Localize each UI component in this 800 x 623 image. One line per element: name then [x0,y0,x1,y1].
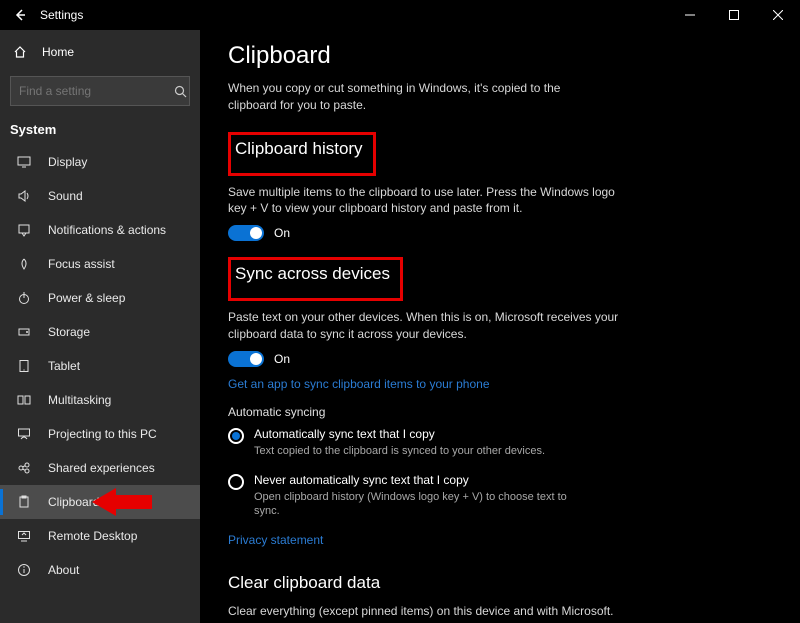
sidebar-item-notifications[interactable]: Notifications & actions [0,213,200,247]
sidebar-item-remote-desktop[interactable]: Remote Desktop [0,519,200,553]
sidebar-item-projecting[interactable]: Projecting to this PC [0,417,200,451]
maximize-button[interactable] [712,0,756,30]
sidebar-item-tablet[interactable]: Tablet [0,349,200,383]
sidebar-section-label: System [0,116,200,145]
sync-toggle-row: On [228,351,780,367]
sidebar-item-label: Storage [48,325,90,339]
sidebar-item-power-sleep[interactable]: Power & sleep [0,281,200,315]
sidebar-item-label: Display [48,155,87,169]
sync-desc: Paste text on your other devices. When t… [228,309,628,343]
clipboard-history-toggle-row: On [228,225,780,241]
sidebar-item-clipboard[interactable]: Clipboard [0,485,200,519]
sidebar-item-label: About [48,563,79,577]
sidebar-item-display[interactable]: Display [0,145,200,179]
radio-sublabel: Text copied to the clipboard is synced t… [254,444,545,459]
toggle-knob [250,227,262,239]
home-icon [10,45,30,59]
power-icon [14,291,34,305]
privacy-link[interactable]: Privacy statement [228,533,323,547]
sidebar: Home System Display Sound Notifications … [0,30,200,623]
radio-auto-sync[interactable]: Automatically sync text that I copy Text… [228,427,780,459]
sidebar-item-label: Projecting to this PC [48,427,157,441]
clipboard-history-toggle-label: On [274,226,290,240]
app-body: Home System Display Sound Notifications … [0,30,800,623]
page-title: Clipboard [228,42,780,70]
clipboard-history-toggle[interactable] [228,225,264,241]
radio-button[interactable] [228,474,244,490]
sidebar-item-label: Sound [48,189,83,203]
clipboard-icon [14,495,34,509]
sound-icon [14,189,34,203]
remote-desktop-icon [14,529,34,543]
app-title: Settings [40,8,83,22]
sync-app-link[interactable]: Get an app to sync clipboard items to yo… [228,377,490,391]
shared-experiences-icon [14,461,34,475]
sidebar-item-label: Shared experiences [48,461,155,475]
sidebar-item-storage[interactable]: Storage [0,315,200,349]
minimize-button[interactable] [668,0,712,30]
radio-button[interactable] [228,428,244,444]
sidebar-item-about[interactable]: About [0,553,200,587]
sidebar-item-label: Remote Desktop [48,529,137,543]
highlight-box: Sync across devices [228,257,403,301]
sidebar-item-label: Focus assist [48,257,115,271]
clear-desc: Clear everything (except pinned items) o… [228,603,628,620]
window-controls [668,0,800,30]
section-clear-data: Clear clipboard data [228,573,780,593]
sidebar-item-sound[interactable]: Sound [0,179,200,213]
sidebar-home-label: Home [42,45,74,59]
sync-toggle[interactable] [228,351,264,367]
content-pane: Clipboard When you copy or cut something… [200,30,800,623]
multitasking-icon [14,393,34,407]
notifications-icon [14,223,34,237]
section-sync-devices: Sync across devices [235,264,390,284]
sidebar-item-label: Multitasking [48,393,111,407]
titlebar: Settings [0,0,800,30]
sidebar-item-label: Notifications & actions [48,223,166,237]
sidebar-item-focus-assist[interactable]: Focus assist [0,247,200,281]
search-input-container[interactable] [10,76,190,106]
section-clipboard-history: Clipboard history [235,139,363,159]
sidebar-item-label: Tablet [48,359,80,373]
radio-label: Automatically sync text that I copy [254,427,545,441]
close-icon [773,10,783,20]
highlight-box: Clipboard history [228,132,376,176]
search-input[interactable] [19,84,174,98]
clipboard-history-desc: Save multiple items to the clipboard to … [228,184,628,218]
sidebar-item-multitasking[interactable]: Multitasking [0,383,200,417]
sidebar-home[interactable]: Home [0,36,200,68]
auto-sync-heading: Automatic syncing [228,405,780,419]
sidebar-item-label: Power & sleep [48,291,125,305]
projecting-icon [14,427,34,441]
focus-assist-icon [14,257,34,271]
page-intro: When you copy or cut something in Window… [228,80,608,114]
tablet-icon [14,359,34,373]
arrow-left-icon [13,8,27,22]
storage-icon [14,325,34,339]
radio-never-sync[interactable]: Never automatically sync text that I cop… [228,473,780,520]
minimize-icon [685,10,695,20]
highlight-arrow-icon [92,485,152,519]
display-icon [14,155,34,169]
search-icon [174,85,187,98]
about-icon [14,563,34,577]
sync-toggle-label: On [274,352,290,366]
radio-sublabel: Open clipboard history (Windows logo key… [254,490,594,520]
maximize-icon [729,10,739,20]
toggle-knob [250,353,262,365]
close-button[interactable] [756,0,800,30]
sidebar-item-shared-experiences[interactable]: Shared experiences [0,451,200,485]
radio-label: Never automatically sync text that I cop… [254,473,594,487]
back-button[interactable] [0,0,40,30]
